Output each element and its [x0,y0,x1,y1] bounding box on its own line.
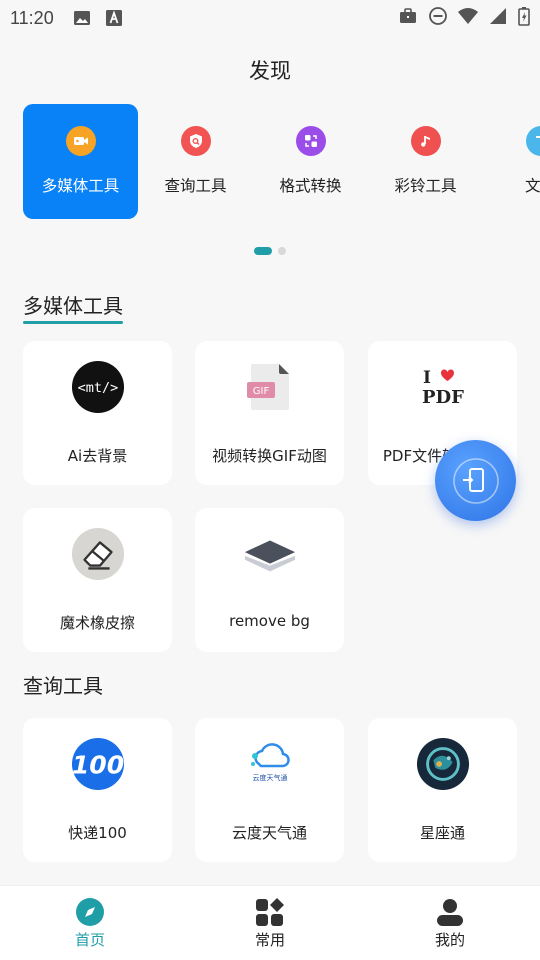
floating-action-button[interactable] [435,440,516,521]
search-shield-icon [180,126,211,156]
nav-label: 首页 [74,931,105,949]
cell-signal-icon [490,8,506,24]
kuaidi100-logo-text: 100 [71,751,123,780]
apps-grid-icon [256,898,284,926]
section-title-query: 查询工具 [23,674,103,698]
image-icon [73,11,90,25]
briefcase-icon [400,8,416,23]
battery-charging-icon [518,7,530,26]
video-camera-icon [65,126,96,156]
tab-multimedia[interactable]: 多媒体工具 [23,104,138,219]
gif-file-icon: GIF [243,360,297,414]
tool-card-magic-eraser[interactable]: 魔术橡皮擦 [23,508,172,652]
pager-dots [254,247,286,255]
nav-common[interactable]: 常用 [180,886,360,960]
tool-label: 快递100 [68,824,127,842]
tab-text[interactable]: 文字 [483,104,540,219]
tool-label: Ai去背景 [67,447,128,465]
layers-icon [243,527,297,581]
tool-label: remove bg [229,612,310,630]
tab-label: 彩铃工具 [394,177,457,195]
nav-home[interactable]: 首页 [0,886,180,960]
phone-transfer-icon [452,457,499,504]
music-note-icon [410,126,441,156]
wifi-icon [458,8,478,24]
convert-icon [295,126,326,156]
status-bar: 11:20 [0,0,540,36]
svg-text:GIF: GIF [252,386,269,397]
tab-ringtone[interactable]: 彩铃工具 [368,104,483,219]
tool-label: 星座通 [419,824,465,842]
pager-dot [278,247,286,255]
tab-label: 多媒体工具 [41,177,120,195]
status-time: 11:20 [10,7,54,28]
tool-card-video-to-gif[interactable]: GIF 视频转换GIF动图 [195,341,344,485]
do-not-disturb-icon [429,7,447,25]
tool-card-zodiac[interactable]: 星座通 [368,718,517,862]
nav-label: 我的 [434,931,465,949]
svg-text:<mt/>: <mt/> [77,380,118,396]
weather-logo-text: 云度天气通 [252,773,287,782]
tab-format-convert[interactable]: 格式转换 [253,104,368,219]
bottom-nav: 首页 常用 我的 [0,885,540,960]
tab-query[interactable]: 查询工具 [138,104,253,219]
category-tabs: 多媒体工具 查询工具 格式转换 彩铃工具 文字 [23,104,540,220]
tool-card-remove-bg[interactable]: remove bg [195,508,344,652]
zodiac-icon [416,737,470,791]
page-title: 发现 [249,59,291,83]
user-icon [437,899,463,926]
nav-mine[interactable]: 我的 [360,886,540,960]
tool-label: 魔术橡皮擦 [59,614,135,632]
eraser-icon [71,527,125,581]
tab-label: 文字 [524,177,540,195]
nav-label: 常用 [254,931,285,949]
text-a-icon [105,10,122,26]
svg-text:I: I [423,368,431,388]
section-title-multimedia: 多媒体工具 [23,290,123,324]
cloud-weather-icon: 云度天气通 [243,737,297,791]
tab-label: 查询工具 [164,177,227,195]
tool-card-ai-remove-bg[interactable]: <mt/> Ai去背景 [23,341,172,485]
compass-icon [76,898,104,926]
tool-card-weather[interactable]: 云度天气通 云度天气通 [195,718,344,862]
mt-code-icon: <mt/> [71,360,125,414]
tool-label: 视频转换GIF动图 [212,447,327,465]
tool-label: 云度天气通 [231,824,307,842]
tab-label: 格式转换 [279,177,342,195]
tool-card-kuaidi100[interactable]: 100 快递100 [23,718,172,862]
pager-dot-active [254,247,272,255]
pdf-logo-text: PDF [422,387,464,408]
kuaidi100-icon: 100 [71,737,125,791]
i-love-pdf-icon: I PDF [416,360,470,414]
text-icon [525,126,540,156]
